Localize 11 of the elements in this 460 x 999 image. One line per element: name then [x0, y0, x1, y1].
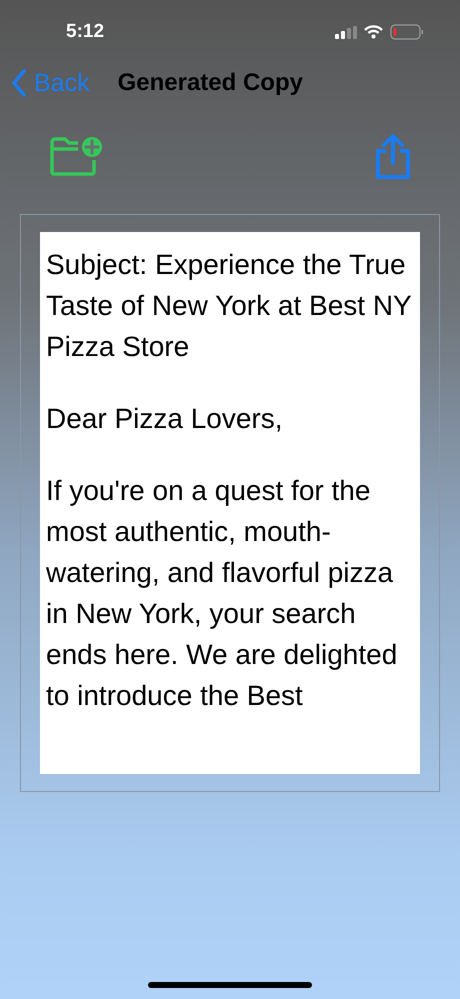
folder-plus-icon [48, 136, 104, 178]
back-button[interactable]: Back [12, 68, 90, 98]
wifi-icon [364, 25, 383, 39]
screen-title: Generated Copy [118, 69, 303, 97]
battery-icon [390, 24, 424, 40]
document-paragraph: Subject: Experience the True Taste of New York at Best NY Pizza Store [46, 248, 412, 364]
document-paragraph: If you're on a quest for the most authentic, mouth-watering, and flavorful pizza in New York, your search ends here. We are delighted to introduce the Best [46, 474, 398, 713]
signal-icon [335, 26, 357, 38]
status-time: 5:12 [66, 21, 104, 43]
chevron-icon [12, 69, 26, 97]
document-paragraph: Dear Pizza Lovers, [46, 402, 284, 436]
